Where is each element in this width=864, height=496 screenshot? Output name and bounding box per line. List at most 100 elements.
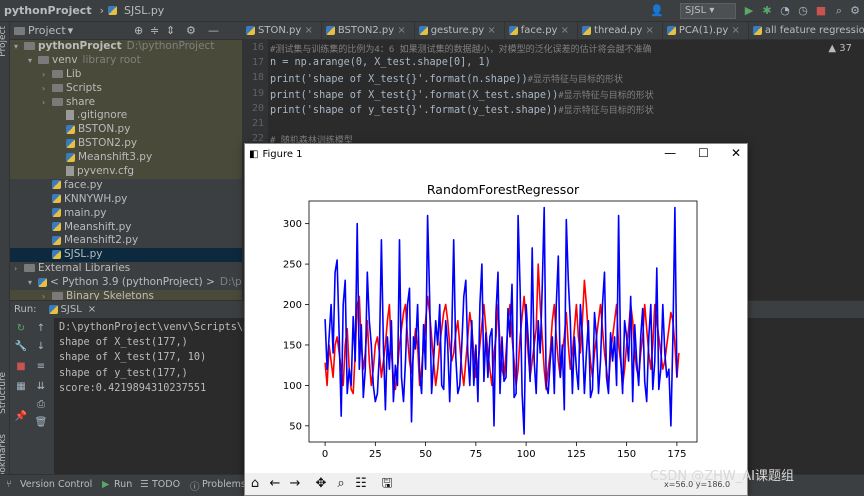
user-icon[interactable]: 👤 xyxy=(650,4,664,18)
chevron-icon[interactable]: ▾ xyxy=(28,276,38,290)
search-icon[interactable]: ⌕ xyxy=(832,4,846,18)
soft-wrap-icon[interactable]: ≡ xyxy=(34,360,48,374)
tree-item[interactable]: BSTON.py xyxy=(10,123,242,138)
settings-icon[interactable]: ⚙ xyxy=(848,4,862,18)
problems-tab[interactable]: Problems xyxy=(202,479,246,490)
expand-icon[interactable]: ⇕ xyxy=(166,24,175,37)
debug-icon[interactable]: ✱ xyxy=(760,4,774,18)
close-tab-icon[interactable]: × xyxy=(642,25,653,36)
print-icon[interactable]: ⎙ xyxy=(34,398,48,412)
pan-icon[interactable]: ✥ xyxy=(313,476,329,492)
editor-tab[interactable]: STON.py × xyxy=(242,22,322,39)
editor-tab[interactable]: thread.py × xyxy=(578,22,663,39)
editor-tab[interactable]: PCA(1).py × xyxy=(663,22,749,39)
chevron-icon[interactable]: › xyxy=(42,68,52,82)
tree-item[interactable]: › External Libraries xyxy=(10,262,242,276)
editor-tab-label: face.py xyxy=(520,25,558,36)
python-file-icon xyxy=(418,25,428,35)
chart-canvas[interactable]: RandomForestRegressor 0 25 50 75 100 125 150 175… xyxy=(245,166,747,474)
python-file-icon xyxy=(325,25,335,35)
rerun-icon[interactable]: ↻ xyxy=(14,322,28,336)
tree-item-label: BSTON2.py xyxy=(78,137,138,150)
layout-icon[interactable]: ▦ xyxy=(14,380,28,394)
close-icon[interactable]: ✕ xyxy=(731,146,741,160)
run-icon[interactable]: ▶ xyxy=(742,4,756,18)
editor-tab[interactable]: BSTON2.py × xyxy=(322,22,415,39)
tree-item[interactable]: ▾ pythonProject D:\pythonProject xyxy=(10,40,242,54)
tree-item[interactable]: › share xyxy=(10,95,242,110)
zoom-icon[interactable]: ⌕ xyxy=(333,476,349,492)
minimize-icon[interactable]: — xyxy=(664,146,676,160)
profile-icon[interactable]: ◷ xyxy=(796,4,810,18)
run-configuration-select[interactable]: SJSL ▾ xyxy=(680,3,736,19)
close-tab-icon[interactable]: × xyxy=(728,25,739,36)
close-tab-icon[interactable]: × xyxy=(301,25,312,36)
editor-tab-label: PCA(1).py xyxy=(678,25,729,36)
x-tick-label: 150 xyxy=(617,449,636,460)
home-icon[interactable]: ⌂ xyxy=(247,476,263,492)
tree-item[interactable]: face.py xyxy=(10,179,242,193)
hide-icon[interactable]: — xyxy=(208,24,219,37)
tree-item[interactable]: ▾< Python 3.9 (pythonProject) >D:\python… xyxy=(10,276,278,290)
version-control-tab[interactable]: Version Control xyxy=(20,479,92,490)
editor-tab[interactable]: gesture.py × xyxy=(415,22,505,39)
close-icon[interactable]: × xyxy=(88,304,96,315)
tree-item[interactable]: pyvenv.cfg xyxy=(10,165,242,179)
pin-icon[interactable]: 📌 xyxy=(14,410,28,424)
todo-tab[interactable]: TODO xyxy=(152,479,180,490)
tree-item[interactable]: Meanshift3.py xyxy=(10,151,242,166)
structure-tool-tab[interactable]: Structure xyxy=(0,372,8,414)
chevron-icon[interactable]: ▾ xyxy=(14,40,24,54)
up-icon[interactable]: ↑ xyxy=(34,322,48,336)
window-controls: — ☐ ✕ xyxy=(664,146,741,160)
down-icon[interactable]: ↓ xyxy=(34,340,48,354)
tree-item[interactable]: KNNYWH.py xyxy=(10,193,242,207)
coverage-icon[interactable]: ◔ xyxy=(778,4,792,18)
collapse-icon[interactable]: ≑ xyxy=(150,24,159,37)
editor-tab[interactable]: face.py × xyxy=(505,22,579,39)
run-tab[interactable]: Run xyxy=(114,479,132,490)
tree-item[interactable]: Meanshift2.py xyxy=(10,234,242,248)
forward-icon[interactable]: → xyxy=(287,476,303,492)
tree-item[interactable]: SJSL.py xyxy=(10,248,242,263)
close-tab-icon[interactable]: × xyxy=(557,25,569,36)
tree-item[interactable]: › Scripts xyxy=(10,81,242,96)
stop-icon[interactable]: ■ xyxy=(14,360,28,374)
save-icon[interactable]: 🖫 xyxy=(379,476,395,492)
wrench-icon[interactable]: 🔧 xyxy=(14,340,28,354)
python-file-icon xyxy=(48,305,58,314)
tree-item[interactable]: Meanshift.py xyxy=(10,221,242,235)
project-tool-tab[interactable]: Project xyxy=(0,26,8,57)
tree-item[interactable]: BSTON2.py xyxy=(10,137,242,152)
breadcrumb-project[interactable]: pythonProject xyxy=(0,4,96,17)
tree-item[interactable]: .gitignore xyxy=(10,109,242,124)
editor-tab[interactable]: all feature regression.py × xyxy=(749,22,864,39)
configure-subplots-icon[interactable]: ☷ xyxy=(353,476,369,492)
scroll-end-icon[interactable]: ⇊ xyxy=(34,380,48,394)
close-tab-icon[interactable]: × xyxy=(394,25,405,36)
trash-icon[interactable]: 🗑 xyxy=(34,416,48,430)
breadcrumb-file[interactable]: SJSL.py xyxy=(120,4,168,17)
code-line: print('shape of y_test{}'.format(y_test.… xyxy=(270,103,654,116)
gear-icon[interactable]: ⚙ xyxy=(186,24,196,37)
python-file-icon xyxy=(52,208,61,218)
tree-item[interactable]: main.py xyxy=(10,207,242,221)
back-icon[interactable]: ← xyxy=(267,476,283,492)
run-config-tab[interactable]: SJSL xyxy=(61,304,82,315)
chevron-down-icon[interactable]: ▾ xyxy=(68,24,74,37)
chevron-icon[interactable]: ▾ xyxy=(28,54,38,68)
folder-icon xyxy=(24,264,35,273)
target-icon[interactable]: ⊕ xyxy=(134,24,143,37)
chevron-icon[interactable]: › xyxy=(42,82,52,96)
chevron-icon[interactable]: › xyxy=(42,96,52,110)
tree-item[interactable]: ▾ venv library root xyxy=(10,53,242,68)
tree-item[interactable]: › Lib xyxy=(10,67,242,82)
close-tab-icon[interactable]: × xyxy=(484,25,495,36)
todo-icon: ☰ xyxy=(140,479,149,490)
warnings-indicator[interactable]: ▲ 37 xyxy=(828,43,852,54)
project-panel-title[interactable]: Project xyxy=(28,24,66,37)
chevron-icon[interactable]: › xyxy=(14,262,24,276)
line-number: 19 xyxy=(251,87,264,99)
maximize-icon[interactable]: ☐ xyxy=(698,146,709,160)
stop-icon[interactable]: ■ xyxy=(814,4,828,18)
